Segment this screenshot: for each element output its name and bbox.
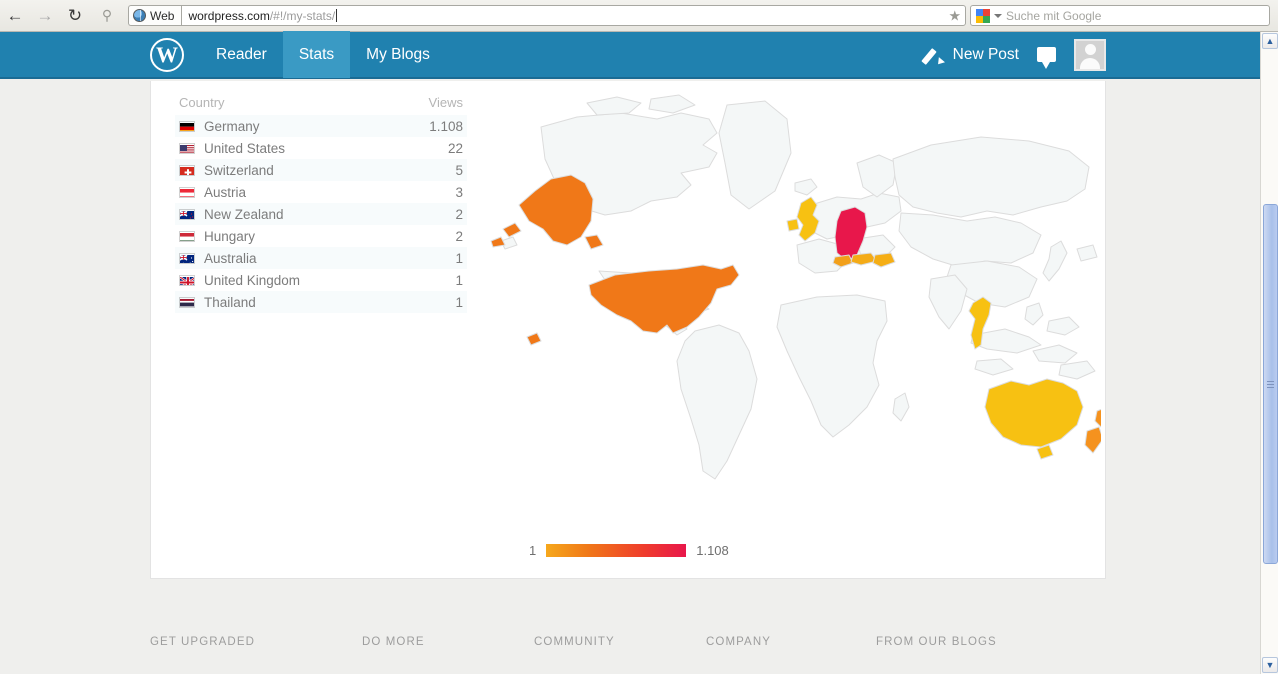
reload-icon[interactable]: ↻ (60, 1, 90, 31)
table-row[interactable]: Hungary 2 (175, 225, 467, 247)
user-avatar-icon[interactable] (1074, 38, 1106, 71)
table-row[interactable]: Thailand 1 (175, 291, 467, 313)
nav-item-my-blogs[interactable]: My Blogs (350, 31, 446, 78)
scrollbar-thumb[interactable] (1263, 204, 1278, 564)
table-row[interactable]: Australia 1 (175, 247, 467, 269)
flag-icon-gb (179, 274, 195, 286)
footer-column-company[interactable]: COMPANY (706, 636, 876, 648)
country-name: Thailand (204, 294, 256, 310)
web-chip-label: Web (150, 8, 175, 23)
site-footer: GET UPGRADED DO MORE COMMUNITY COMPANY F… (150, 636, 1106, 648)
new-post-label: New Post (952, 45, 1019, 63)
country-views: 1.108 (429, 118, 463, 134)
map-region-new-zealand (1094, 406, 1110, 428)
country-views: 1 (455, 250, 463, 266)
map-region-new-zealand-south (1084, 426, 1104, 454)
table-row[interactable]: Switzerland 5 (175, 159, 467, 181)
stats-panel: Country Views Germany 1.108 United State… (150, 81, 1110, 579)
country-views: 5 (455, 162, 463, 178)
new-post-button[interactable]: New Post (924, 45, 1019, 65)
nav-item-stats[interactable]: Stats (282, 31, 351, 78)
country-views: 22 (447, 140, 463, 156)
search-scope-chip[interactable]: Web (128, 5, 182, 26)
wordpress-logo-icon[interactable]: W (150, 37, 184, 72)
url-domain: wordpress.com (188, 8, 270, 23)
flag-icon-ch (179, 164, 195, 176)
search-placeholder: Suche mit Google (1006, 8, 1102, 23)
table-row[interactable]: Austria 3 (175, 181, 467, 203)
speech-bubble-icon[interactable] (1037, 47, 1056, 69)
country-name: Austria (204, 184, 247, 200)
map-region-alaska (518, 174, 594, 246)
country-name: Australia (204, 250, 257, 266)
map-region-hungary (872, 252, 896, 268)
country-views: 2 (455, 228, 463, 244)
legend-max-label: 1.108 (696, 543, 729, 558)
footer-column-do-more[interactable]: DO MORE (362, 636, 534, 648)
column-header-views: Views (428, 95, 463, 110)
choropleth-svg (490, 94, 1110, 480)
browser-toolbar: ← → ↻ ⚲ Web wordpress.com/#!/my-stats/ ★… (0, 0, 1278, 32)
flag-icon-au (179, 252, 195, 264)
footer-column-community[interactable]: COMMUNITY (534, 636, 706, 648)
star-icon[interactable]: ★ (948, 7, 961, 24)
country-views-table: Country Views Germany 1.108 United State… (175, 95, 467, 313)
country-name: United States (204, 140, 286, 156)
header-actions: New Post (924, 38, 1261, 71)
table-row[interactable]: Germany 1.108 (175, 115, 467, 137)
flag-icon-nz (179, 208, 195, 220)
flag-icon-hu (179, 230, 195, 242)
country-views: 1 (455, 272, 463, 288)
nav-item-reader[interactable]: Reader (200, 31, 283, 78)
back-arrow-icon[interactable]: ← (0, 1, 30, 31)
pencil-icon (924, 45, 944, 65)
country-views: 1 (455, 294, 463, 310)
map-region-hawaii (526, 332, 542, 346)
primary-nav: Reader Stats My Blogs (200, 31, 446, 78)
vertical-scrollbar[interactable]: ▲ ▼ (1260, 32, 1278, 674)
footer-column-from-our-blogs[interactable]: FROM OUR BLOGS (876, 636, 997, 648)
table-row[interactable]: United Kingdom 1 (175, 269, 467, 291)
country-name: Germany (204, 118, 260, 134)
address-bar[interactable]: wordpress.com/#!/my-stats/ ★ (181, 5, 966, 26)
text-caret (336, 9, 338, 22)
country-name: New Zealand (204, 206, 284, 222)
legend-min-label: 1 (529, 543, 537, 558)
google-icon (976, 8, 990, 23)
chevron-down-icon[interactable] (994, 13, 1002, 18)
scrollbar-grip (1267, 379, 1274, 390)
table-header: Country Views (175, 95, 467, 115)
country-views: 2 (455, 206, 463, 222)
wordpress-header: W Reader Stats My Blogs New Post (0, 31, 1261, 79)
country-name: Switzerland (204, 162, 274, 178)
table-row[interactable]: New Zealand 2 (175, 203, 467, 225)
world-map-chart[interactable] (481, 89, 1110, 519)
table-row[interactable]: United States 22 (175, 137, 467, 159)
flag-icon-th (179, 296, 195, 308)
url-path: /#!/my-stats/ (269, 8, 336, 23)
key-icon[interactable]: ⚲ (90, 7, 124, 24)
column-header-country: Country (179, 95, 225, 110)
legend-gradient-bar (546, 544, 687, 557)
map-region-united-kingdom (796, 196, 820, 242)
map-legend: 1 1.108 (529, 543, 729, 558)
chevron-up-icon[interactable]: ▲ (1262, 33, 1278, 49)
footer-column-get-upgraded[interactable]: GET UPGRADED (150, 636, 362, 648)
country-views: 3 (455, 184, 463, 200)
map-region-australia (984, 378, 1084, 448)
flag-icon-us (179, 142, 195, 154)
country-name: United Kingdom (204, 272, 301, 288)
forward-arrow-icon[interactable]: → (30, 1, 60, 31)
country-name: Hungary (204, 228, 256, 244)
chevron-down-icon[interactable]: ▼ (1262, 657, 1278, 673)
globe-icon (133, 9, 146, 22)
flag-icon-at (179, 186, 195, 198)
search-input[interactable]: Suche mit Google (970, 5, 1270, 26)
flag-icon-de (179, 120, 195, 132)
